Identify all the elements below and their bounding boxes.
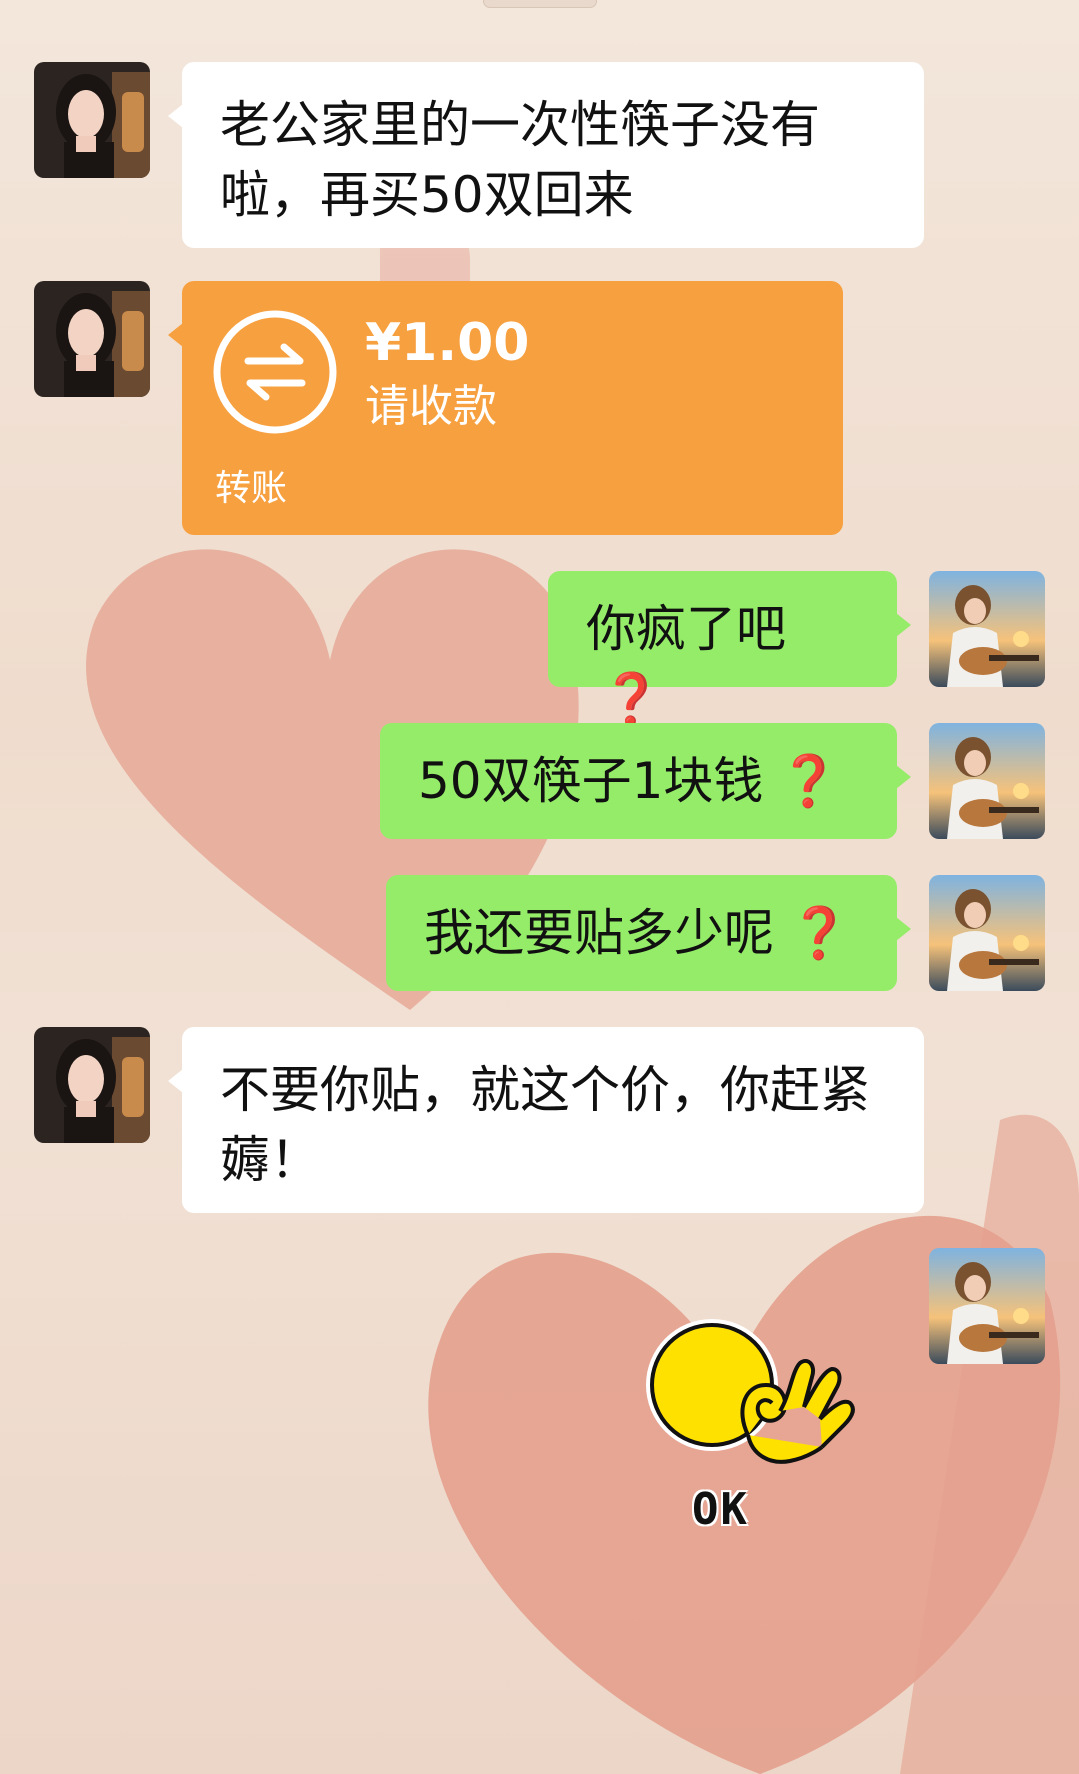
bubble-tail <box>896 765 911 789</box>
bubble-tail <box>896 917 911 941</box>
transfer-type-label: 转账 <box>215 468 288 509</box>
avatar-me[interactable] <box>929 875 1045 991</box>
message-bubble-outgoing[interactable]: 50双筷子1块钱 ❓ <box>380 723 911 839</box>
avatar-wife[interactable] <box>34 281 150 397</box>
transfer-amount: ¥1.00 <box>365 313 530 373</box>
avatar-wife[interactable] <box>34 1027 150 1143</box>
message-text: 50双筷子1块钱 <box>418 752 764 810</box>
avatar-me[interactable] <box>929 1248 1045 1364</box>
avatar-me[interactable] <box>929 723 1045 839</box>
transfer-arrows-icon <box>213 310 337 434</box>
transfer-card[interactable]: ¥1.00 请收款 转账 <box>168 281 843 535</box>
question-mark-icon: ❓ <box>777 752 840 810</box>
sticker-caption: OK <box>692 1484 749 1535</box>
bubble-tail <box>896 613 911 637</box>
question-mark-icon: ❓ <box>600 670 663 728</box>
bubble-tail <box>168 1069 183 1093</box>
message-bubble-outgoing[interactable]: 我还要贴多少呢 ❓ <box>386 875 911 991</box>
avatar-me[interactable] <box>929 571 1045 687</box>
transfer-status: 请收款 <box>365 381 497 432</box>
scroll-handle <box>483 0 597 8</box>
ok-hand-emoji-icon[interactable] <box>640 1315 880 1545</box>
message-bubble-outgoing[interactable]: 你疯了吧 ❓ <box>548 571 911 728</box>
avatar-wife[interactable] <box>34 62 150 178</box>
message-bubble-incoming[interactable]: 老公家里的一次性筷子没有啦，再买50双回来 <box>168 62 924 248</box>
message-text: 我还要贴多少呢 <box>424 904 774 962</box>
bubble-tail <box>168 323 183 347</box>
question-mark-icon: ❓ <box>788 904 851 962</box>
message-text: 老公家里的一次性筷子没有啦，再买50双回来 <box>220 96 820 224</box>
message-text: 不要你贴，就这个价，你赶紧薅！ <box>220 1061 870 1189</box>
bubble-tail <box>168 104 183 128</box>
message-text: 你疯了吧 <box>586 600 786 658</box>
message-bubble-incoming[interactable]: 不要你贴，就这个价，你赶紧薅！ <box>168 1027 924 1213</box>
